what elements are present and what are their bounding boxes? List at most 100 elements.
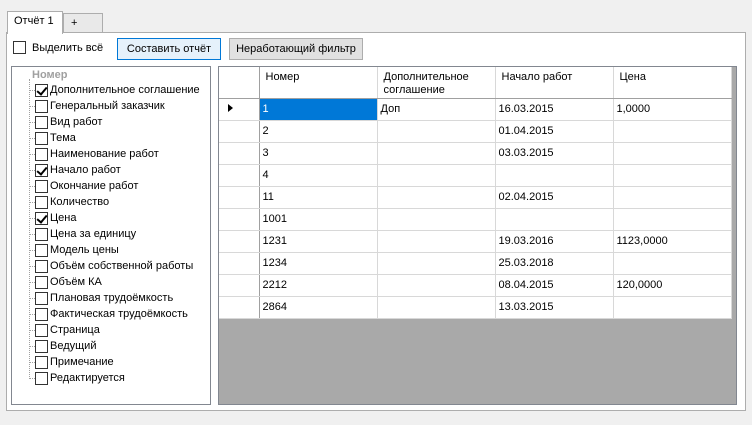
table-cell[interactable]: 2212 [259,274,378,297]
row-header[interactable] [219,164,260,187]
column-header-price[interactable]: Цена [613,67,732,99]
tree-item[interactable]: Цена [29,210,76,226]
table-cell[interactable] [377,120,496,143]
table-cell[interactable]: 25.03.2018 [495,252,614,275]
column-header-agreement[interactable]: Дополнительное соглашение [377,67,496,99]
tree-item[interactable]: Ведущий [29,338,96,354]
data-grid[interactable]: Номер Дополнительное соглашение Начало р… [218,66,737,405]
table-cell[interactable]: 01.04.2015 [495,120,614,143]
tree-item-checkbox[interactable] [35,339,48,353]
tree-item-checkbox[interactable] [35,371,48,385]
table-cell[interactable]: 1001 [259,208,378,231]
table-cell[interactable] [613,252,732,275]
table-cell[interactable] [377,208,496,231]
tree-item-label[interactable]: Объём КА [50,276,102,288]
tree-item-checkbox[interactable] [35,115,48,129]
tree-item-checkbox[interactable] [35,195,48,209]
tree-item[interactable]: Тема [29,130,76,146]
tree-item-checkbox[interactable] [35,227,48,241]
table-cell[interactable] [377,164,496,187]
tree-item[interactable]: Объём КА [29,274,102,290]
tree-item-label[interactable]: Окончание работ [50,180,138,192]
table-cell[interactable]: Доп [377,98,496,121]
tree-item-checkbox[interactable] [35,179,48,193]
table-row[interactable]: 3 03.03.2015 [219,142,732,165]
table-cell[interactable] [613,186,732,209]
table-cell[interactable] [377,230,496,253]
table-cell[interactable]: 1,0000 [613,98,732,121]
tree-item-label[interactable]: Объём собственной работы [50,260,193,272]
select-all-checkbox[interactable]: Выделить всё [13,41,103,54]
table-cell[interactable] [613,208,732,231]
row-header-corner[interactable] [219,67,260,99]
tree-item-label[interactable]: Наименование работ [50,148,159,160]
tree-item[interactable]: Генеральный заказчик [29,98,165,114]
tree-item[interactable]: Страница [29,322,100,338]
tree-item[interactable]: Наименование работ [29,146,159,162]
tree-item-label[interactable]: Начало работ [50,164,121,176]
tab-add[interactable]: + [63,13,103,33]
table-cell[interactable] [377,274,496,297]
table-row[interactable]: 1234 25.03.2018 [219,252,732,275]
tree-item[interactable]: Вид работ [29,114,102,130]
table-cell[interactable] [613,164,732,187]
tree-item-label[interactable]: Количество [50,196,109,208]
tree-item-checkbox[interactable] [35,163,48,177]
table-cell[interactable]: 02.04.2015 [495,186,614,209]
fields-tree[interactable]: Номер Дополнительное соглашение Генеральн… [11,66,211,405]
tree-item-label[interactable]: Примечание [50,356,114,368]
make-report-button[interactable]: Составить отчёт [117,38,221,60]
tree-item-label[interactable]: Страница [50,324,100,336]
tree-item-checkbox[interactable] [35,259,48,273]
table-cell[interactable] [377,296,496,319]
table-row[interactable]: 2864 13.03.2015 [219,296,732,319]
table-cell[interactable]: 19.03.2016 [495,230,614,253]
table-cell[interactable]: 03.03.2015 [495,142,614,165]
table-cell[interactable] [495,164,614,187]
tree-item-label[interactable]: Редактируется [50,372,125,384]
tree-item-checkbox[interactable] [35,323,48,337]
tree-item[interactable]: Объём собственной работы [29,258,193,274]
table-cell[interactable]: 13.03.2015 [495,296,614,319]
tree-item-label[interactable]: Генеральный заказчик [50,100,165,112]
table-cell[interactable]: 1123,0000 [613,230,732,253]
column-header-number[interactable]: Номер [259,67,378,99]
tree-item[interactable]: Модель цены [29,242,119,258]
table-cell[interactable]: 3 [259,142,378,165]
row-header[interactable] [219,252,260,275]
tree-item-label[interactable]: Тема [50,132,76,144]
tree-item-label[interactable]: Ведущий [50,340,96,352]
row-header[interactable] [219,230,260,253]
tree-item-checkbox[interactable] [35,211,48,225]
tree-item-checkbox[interactable] [35,355,48,369]
tree-item-checkbox[interactable] [35,83,48,97]
table-row[interactable]: 4 [219,164,732,187]
row-header[interactable] [219,208,260,231]
tree-item-checkbox[interactable] [35,99,48,113]
tree-item-checkbox[interactable] [35,131,48,145]
table-cell[interactable] [613,120,732,143]
table-cell[interactable]: 1234 [259,252,378,275]
table-row[interactable]: 1001 [219,208,732,231]
tree-item-checkbox[interactable] [35,291,48,305]
table-cell[interactable]: 11 [259,186,378,209]
tree-item-label[interactable]: Плановая трудоёмкость [50,292,173,304]
row-header[interactable] [219,120,260,143]
table-cell[interactable]: 1 [259,98,378,121]
table-cell[interactable] [495,208,614,231]
table-cell[interactable]: 2864 [259,296,378,319]
table-cell[interactable] [377,186,496,209]
row-header[interactable] [219,296,260,319]
select-all-box[interactable] [13,41,26,54]
tree-item[interactable]: Плановая трудоёмкость [29,290,173,306]
table-row[interactable]: 1231 19.03.2016 1123,0000 [219,230,732,253]
tree-item[interactable]: Окончание работ [29,178,138,194]
tree-item-label[interactable]: Фактическая трудоёмкость [50,308,188,320]
table-cell[interactable]: 1231 [259,230,378,253]
row-header[interactable] [219,142,260,165]
tree-item[interactable]: Фактическая трудоёмкость [29,306,188,322]
table-cell[interactable] [377,252,496,275]
tab-report-1[interactable]: Отчёт 1 [7,11,63,34]
table-cell[interactable]: 08.04.2015 [495,274,614,297]
tree-item-checkbox[interactable] [35,307,48,321]
